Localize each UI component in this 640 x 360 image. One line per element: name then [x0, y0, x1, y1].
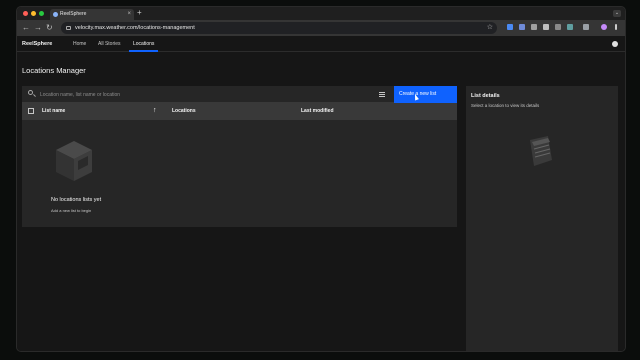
bookmark-star-icon[interactable]: ☆ [487, 22, 493, 34]
search-input[interactable] [40, 90, 370, 99]
app: ReelSphere Home All Stories Locations Lo… [17, 36, 625, 351]
extension-icon[interactable] [531, 24, 537, 30]
maximize-window-button[interactable] [39, 11, 44, 16]
tab-title: ReelSphere [60, 11, 87, 17]
extension-icon[interactable] [555, 24, 561, 30]
desktop: ReelSphere × + ⌄ ← → ↻ velocity.max.weat… [0, 0, 640, 360]
search-bar [22, 86, 394, 103]
search-icon [28, 90, 33, 95]
column-locations[interactable]: Locations [172, 103, 196, 120]
locations-table-panel: Create a new list List name ↑ Locations … [22, 86, 457, 227]
url-text: velocity.max.weather.com/locations-manag… [75, 25, 195, 31]
list-details-title: List details [471, 93, 500, 99]
reload-button[interactable]: ↻ [46, 22, 53, 34]
new-tab-button[interactable]: + [137, 8, 142, 17]
extension-icon[interactable] [519, 24, 525, 30]
empty-state-subtitle: Add a new list to begin [51, 208, 92, 213]
table-header: List name ↑ Locations Last modified [22, 103, 457, 120]
app-header: ReelSphere Home All Stories Locations [17, 36, 625, 52]
empty-box-icon [56, 141, 92, 181]
extension-icon[interactable] [507, 24, 513, 30]
tab-search-button[interactable]: ⌄ [613, 10, 621, 17]
browser-tab[interactable]: ReelSphere × [50, 9, 134, 20]
filter-icon[interactable] [379, 92, 385, 97]
column-list-name[interactable]: List name [42, 103, 65, 120]
empty-state-title: No locations lists yet [51, 197, 102, 203]
nav-locations[interactable]: Locations [129, 36, 159, 52]
close-window-button[interactable] [23, 11, 28, 16]
list-details-panel: List details Select a location to view i… [466, 86, 618, 351]
list-details-subtitle: Select a location to view its details [471, 103, 540, 108]
extension-icon[interactable] [543, 24, 549, 30]
column-last-modified[interactable]: Last modified [301, 103, 334, 120]
browser-menu-icon[interactable] [615, 24, 617, 30]
browser-toolbar: ← → ↻ velocity.max.weather.com/locations… [17, 20, 625, 36]
forward-button[interactable]: → [34, 22, 42, 34]
site-info-icon[interactable] [66, 26, 71, 30]
nav-home[interactable]: Home [73, 36, 86, 52]
brand-logo[interactable]: ReelSphere [22, 36, 52, 52]
tab-strip: ReelSphere × + ⌄ [17, 7, 625, 20]
nav-all-stories[interactable]: All Stories [98, 36, 121, 52]
arrow-up-icon[interactable]: ↑ [153, 107, 157, 115]
page-title: Locations Manager [22, 66, 86, 75]
globe-icon [53, 12, 58, 17]
address-bar[interactable]: velocity.max.weather.com/locations-manag… [61, 22, 497, 34]
browser-window: ReelSphere × + ⌄ ← → ↻ velocity.max.weat… [16, 6, 626, 352]
create-list-button[interactable]: Create a new list [394, 86, 457, 103]
user-avatar-icon[interactable] [612, 41, 618, 47]
profile-avatar[interactable] [601, 24, 607, 30]
close-tab-icon[interactable]: × [127, 9, 131, 20]
back-button[interactable]: ← [22, 22, 30, 34]
document-stack-icon [530, 136, 552, 166]
extensions-puzzle-icon[interactable] [583, 24, 589, 30]
minimize-window-button[interactable] [31, 11, 36, 16]
select-all-checkbox[interactable] [28, 108, 34, 114]
extension-icon[interactable] [567, 24, 573, 30]
